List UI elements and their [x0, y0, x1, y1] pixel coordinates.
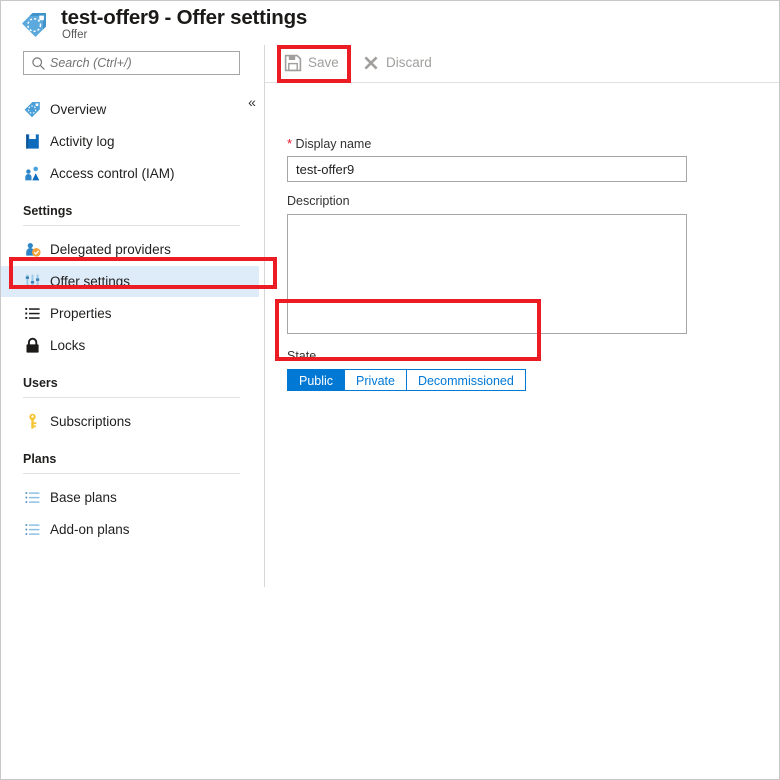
page-title: test-offer9 - Offer settings	[61, 6, 308, 29]
search-box[interactable]	[23, 51, 240, 75]
sidebar-item-label: Overview	[50, 102, 107, 117]
sidebar-item-overview[interactable]: Overview	[1, 94, 259, 125]
display-name-input[interactable]	[287, 156, 687, 182]
command-bar: Save Discard	[265, 44, 779, 83]
state-toggle-group: Public Private Decommissioned	[287, 369, 526, 391]
description-label: Description	[287, 194, 350, 208]
delegated-providers-icon	[23, 240, 42, 259]
page-subtitle: Offer	[62, 29, 88, 41]
state-option-decommissioned[interactable]: Decommissioned	[406, 369, 526, 391]
sidebar-item-label: Locks	[50, 338, 86, 353]
sidebar-item-add-on-plans[interactable]: Add-on plans	[1, 514, 259, 545]
sidebar-item-subscriptions[interactable]: Subscriptions	[1, 406, 259, 437]
list-icon	[23, 488, 42, 507]
description-input[interactable]	[287, 214, 687, 334]
sidebar-group-divider	[23, 473, 240, 474]
sidebar-item-delegated-providers[interactable]: Delegated providers	[1, 234, 259, 265]
sidebar-item-label: Properties	[50, 306, 112, 321]
state-label: State	[287, 349, 317, 363]
list-icon	[23, 520, 42, 539]
sidebar-group-users: Users	[1, 376, 259, 402]
blade-content: Save Discard * Display name Description …	[265, 44, 779, 779]
sidebar-group-divider	[23, 225, 240, 226]
sidebar-item-locks[interactable]: Locks	[1, 330, 259, 361]
sidebar-group-label: Plans	[23, 452, 57, 466]
sidebar-item-activity-log[interactable]: Activity log	[1, 126, 259, 157]
access-control-icon	[23, 164, 42, 183]
key-icon	[23, 412, 42, 431]
sidebar-group-settings: Settings	[1, 204, 259, 230]
offer-tag-icon	[19, 9, 53, 39]
sidebar-group-divider	[23, 397, 240, 398]
state-option-public[interactable]: Public	[287, 369, 346, 391]
sidebar-item-label: Access control (IAM)	[50, 166, 175, 181]
sidebar-group-plans: Plans	[1, 452, 259, 478]
tag-icon	[23, 100, 42, 119]
sidebar-item-offer-settings[interactable]: Offer settings	[1, 266, 259, 297]
display-name-label-text: Display name	[295, 137, 372, 151]
discard-button-label: Discard	[386, 55, 432, 70]
sidebar-group-label: Users	[23, 376, 58, 390]
required-marker: *	[287, 136, 293, 151]
sidebar-item-access-control-iam[interactable]: Access control (IAM)	[1, 158, 259, 189]
save-floppy-icon	[284, 54, 302, 72]
close-x-icon	[362, 54, 380, 72]
search-input[interactable]	[50, 52, 230, 74]
activity-log-icon	[23, 132, 42, 151]
state-option-private[interactable]: Private	[345, 369, 407, 391]
azure-portal-blade: test-offer9 - Offer settings Offer « Ove…	[0, 0, 780, 780]
sidebar-item-properties[interactable]: Properties	[1, 298, 259, 329]
blade-sidebar: « OverviewActivity logAccess control (IA…	[1, 44, 265, 587]
blade-header: test-offer9 - Offer settings Offer	[1, 1, 779, 43]
sidebar-item-label: Base plans	[50, 490, 117, 505]
sidebar-item-base-plans[interactable]: Base plans	[1, 482, 259, 513]
search-row	[1, 44, 265, 84]
sidebar-group-label: Settings	[23, 204, 73, 218]
sidebar-item-label: Offer settings	[50, 274, 131, 289]
sidebar-item-label: Delegated providers	[50, 242, 171, 257]
lock-icon	[23, 336, 42, 355]
sidebar-item-label: Activity log	[50, 134, 115, 149]
sidebar-item-label: Subscriptions	[50, 414, 132, 429]
display-name-label: * Display name	[287, 136, 371, 151]
sliders-icon	[23, 272, 42, 291]
search-icon	[31, 56, 46, 71]
sidebar-item-label: Add-on plans	[50, 522, 130, 537]
properties-list-icon	[23, 304, 42, 323]
save-button-label: Save	[308, 55, 339, 70]
